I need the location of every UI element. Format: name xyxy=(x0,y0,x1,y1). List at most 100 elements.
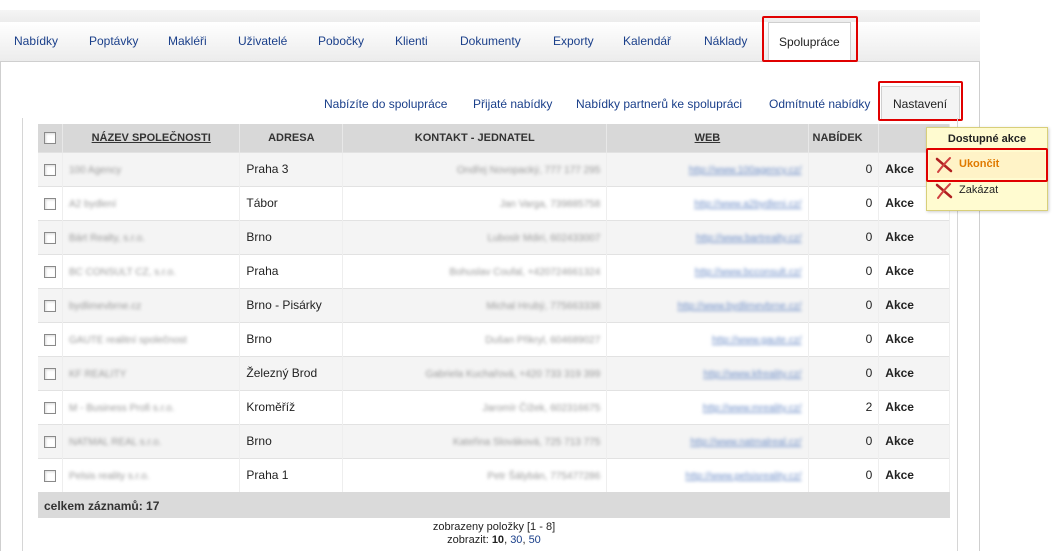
tab-poptavky[interactable]: Poptávky xyxy=(89,34,138,48)
company-web-link[interactable]: http://www.pelsisreality.cz/ xyxy=(686,471,802,482)
companies-table: NÁZEV SPOLEČNOSTI ADRESA KONTAKT - JEDNA… xyxy=(38,124,950,492)
company-web-link[interactable]: http://www.mreality.cz/ xyxy=(703,403,802,414)
tab-klienti[interactable]: Klienti xyxy=(395,34,428,48)
row-select-cell xyxy=(38,185,63,220)
tab-spoluprace[interactable]: Spolupráce xyxy=(768,22,851,62)
header-web[interactable]: WEB xyxy=(606,124,809,152)
subnav-prijate-nabidky[interactable]: Přijaté nabídky xyxy=(473,97,552,111)
subnav-odmitnute-nabidky[interactable]: Odmítnuté nabídky xyxy=(769,97,870,111)
company-name: Pelsis reality s.r.o. xyxy=(69,471,150,483)
row-checkbox[interactable] xyxy=(44,367,56,380)
pager-size-row: zobrazit: 10, 30, 50 xyxy=(447,534,541,546)
tab-exporty[interactable]: Exporty xyxy=(553,34,594,48)
company-name: Bárt Realty, s.r.o. xyxy=(69,233,145,244)
company-offers: 0 xyxy=(808,287,880,322)
company-name-cell: GAUTE realitní společnost xyxy=(62,321,241,356)
company-web-link[interactable]: http://www.natmalreal.cz/ xyxy=(690,437,801,448)
company-name-cell: M - Business Profi s.r.o. xyxy=(62,389,241,424)
row-checkbox[interactable] xyxy=(44,333,56,346)
row-actions-button[interactable]: Akce xyxy=(878,423,950,458)
popup-title: Dostupné akce xyxy=(947,133,1027,145)
company-offers: 2 xyxy=(808,389,880,424)
company-contact: Jaromír Čížek, 602316675 xyxy=(482,403,601,414)
pager-size-30[interactable]: 30 xyxy=(510,534,522,546)
company-web-cell: http://www.bartrealty.cz/ xyxy=(606,219,809,254)
table-row: GAUTE realitní společnost Brno Dušan Přikr… xyxy=(38,321,950,356)
header-address: ADRESA xyxy=(239,124,344,152)
row-checkbox[interactable] xyxy=(44,197,56,210)
company-web-cell: http://www.bcconsult.cz/ xyxy=(606,253,809,288)
subnav-nabizite-do-spoluprace[interactable]: Nabízíte do spolupráce xyxy=(324,97,447,111)
select-all-checkbox[interactable] xyxy=(44,131,56,144)
row-actions-button[interactable]: Akce xyxy=(878,355,950,390)
row-checkbox[interactable] xyxy=(44,265,56,278)
row-checkbox[interactable] xyxy=(44,435,56,448)
header-offers: NABÍDEK xyxy=(808,124,880,152)
row-select-cell xyxy=(38,219,63,254)
tab-nabidky[interactable]: Nabídky xyxy=(14,34,58,48)
company-web-link[interactable]: http://www.100agency.cz/ xyxy=(689,165,802,176)
subnav-nabidky-partneru[interactable]: Nabídky partnerů ke spolupráci xyxy=(576,97,742,111)
company-web-link[interactable]: http://www.gaute.cz/ xyxy=(712,335,802,346)
company-address: Tábor xyxy=(239,185,344,220)
action-zakazat[interactable]: Zakázat xyxy=(929,178,1045,204)
company-contact-cell: Jan Varga, 739885758 xyxy=(342,185,608,220)
subnav-nastaveni[interactable]: Nastavení xyxy=(881,86,960,120)
company-contact: Luboslr Mdiri, 602433007 xyxy=(487,233,601,244)
company-web-cell: http://www.gaute.cz/ xyxy=(606,321,809,356)
row-checkbox[interactable] xyxy=(44,401,56,414)
tab-naklady[interactable]: Náklady xyxy=(704,34,747,48)
company-web-cell: http://www.natmalreal.cz/ xyxy=(606,423,809,458)
main-tabs: Nabídky Poptávky Makléři Uživatelé Poboč… xyxy=(0,22,980,62)
company-offers: 0 xyxy=(808,253,880,288)
table-row: Bárt Realty, s.r.o. Brno Luboslr Mdiri, 60… xyxy=(38,219,950,254)
pager-size-50[interactable]: 50 xyxy=(529,534,541,546)
row-actions-button[interactable]: Akce xyxy=(878,389,950,424)
row-select-cell xyxy=(38,423,63,458)
company-contact-cell: Dušan Přikryl, 604689027 xyxy=(342,321,608,356)
table-header-row: NÁZEV SPOLEČNOSTI ADRESA KONTAKT - JEDNA… xyxy=(38,124,950,152)
company-address: Praha xyxy=(239,253,344,288)
tab-makleri[interactable]: Makléři xyxy=(168,34,207,48)
row-actions-button[interactable]: Akce xyxy=(878,457,950,492)
company-contact: Gabriela Kuchařová, +420 733 319 399 xyxy=(425,369,601,380)
company-web-link[interactable]: http://www.bcconsult.cz/ xyxy=(695,267,802,278)
tab-kalendar[interactable]: Kalendář xyxy=(623,34,671,48)
row-actions-button[interactable]: Akce xyxy=(878,321,950,356)
row-actions-button[interactable]: Akce xyxy=(878,219,950,254)
company-web-cell: http://www.pelsisreality.cz/ xyxy=(606,457,809,492)
row-select-cell xyxy=(38,253,63,288)
actions-popup: Dostupné akce Ukončit Zakázat xyxy=(926,127,1048,211)
company-web-link[interactable]: http://www.bydlimevbrne.cz/ xyxy=(678,301,802,312)
action-ukoncit[interactable]: Ukončit xyxy=(929,152,1045,178)
company-name-cell: NATMAL REAL s.r.o. xyxy=(62,423,241,458)
company-offers: 0 xyxy=(808,219,880,254)
header-name[interactable]: NÁZEV SPOLEČNOSTI xyxy=(62,124,241,152)
row-checkbox[interactable] xyxy=(44,163,56,176)
company-web-link[interactable]: http://www.bartrealty.cz/ xyxy=(696,233,801,244)
company-contact: Ondřej Novopacký, 777 177 295 xyxy=(456,165,601,176)
company-name: KF REALITY xyxy=(69,369,127,380)
table-row: bydlimevbrne.cz Brno - Pisárky Michal Hrub… xyxy=(38,287,950,322)
company-address: Kroměříž xyxy=(239,389,344,424)
company-name-cell: 100 Agency xyxy=(62,151,241,186)
tab-uzivatele[interactable]: Uživatelé xyxy=(238,34,287,48)
company-address: Brno xyxy=(239,219,344,254)
company-web-link[interactable]: http://www.a2bydleni.cz/ xyxy=(694,199,801,210)
company-offers: 0 xyxy=(808,185,880,220)
tab-pobocky[interactable]: Pobočky xyxy=(318,34,364,48)
company-name: 100 Agency xyxy=(69,165,122,176)
row-actions-button[interactable]: Akce xyxy=(878,287,950,322)
row-checkbox[interactable] xyxy=(44,470,56,483)
tab-dokumenty[interactable]: Dokumenty xyxy=(460,34,521,48)
row-checkbox[interactable] xyxy=(44,231,56,244)
company-web-link[interactable]: http://www.kfreality.cz/ xyxy=(703,369,801,380)
row-select-cell xyxy=(38,287,63,322)
company-web-cell: http://www.a2bydleni.cz/ xyxy=(606,185,809,220)
row-select-cell xyxy=(38,151,63,186)
company-name: M - Business Profi s.r.o. xyxy=(69,403,175,414)
company-name-cell: bydlimevbrne.cz xyxy=(62,287,241,322)
row-checkbox[interactable] xyxy=(44,299,56,312)
row-actions-button[interactable]: Akce xyxy=(878,253,950,288)
action-zakazat-label: Zakázat xyxy=(959,184,999,196)
